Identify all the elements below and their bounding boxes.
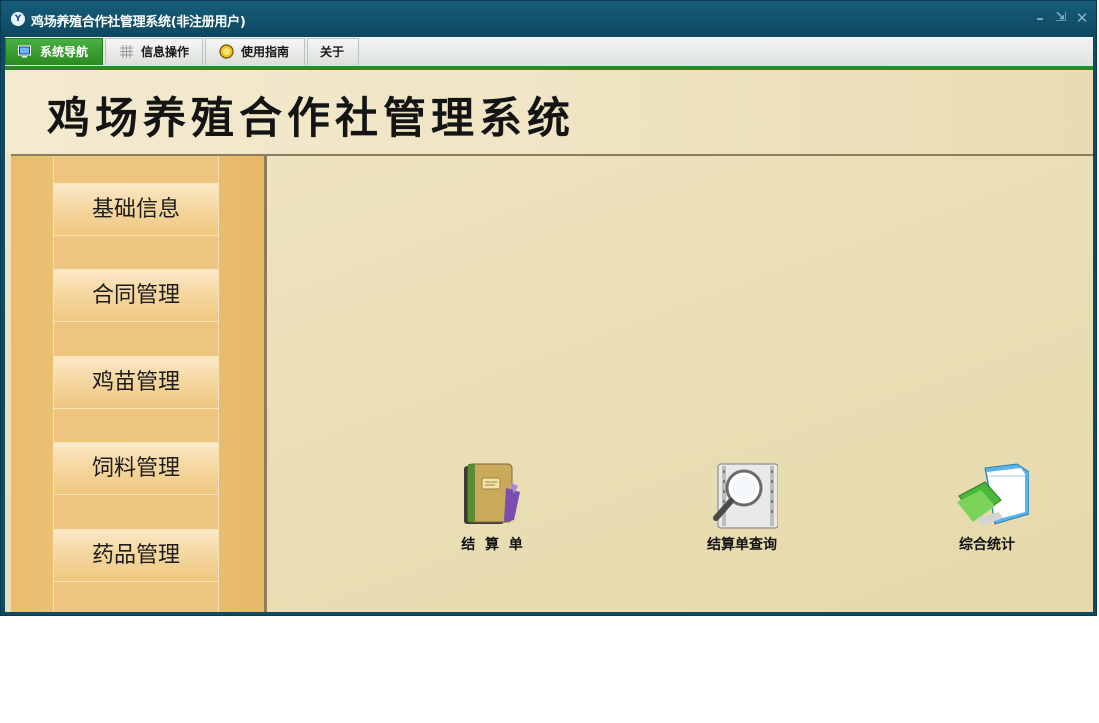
header-banner: 鸡场养殖合作社管理系统 xyxy=(5,70,1093,154)
title-bar[interactable]: Y 鸡场养殖合作社管理系统(非注册用户) – ⇲ ✕ xyxy=(1,1,1096,37)
page-title: 鸡场养殖合作社管理系统 xyxy=(47,94,575,144)
sidebar-item-feed-management[interactable]: 饲料管理 xyxy=(53,442,219,495)
comprehensive-stats-label: 综合统计 xyxy=(959,537,1015,553)
restore-icon[interactable]: ⇲ xyxy=(1053,10,1069,26)
close-icon[interactable]: ✕ xyxy=(1074,10,1090,26)
help-coin-icon xyxy=(219,44,234,59)
tab-system-navigation[interactable]: 系统导航 xyxy=(5,38,103,65)
sidebar-item-basic-info[interactable]: 基础信息 xyxy=(53,183,219,236)
notebook-icon xyxy=(464,463,520,524)
sidebar-item-contract-management[interactable]: 合同管理 xyxy=(53,269,219,322)
magnifier-film-icon xyxy=(713,463,778,529)
app-window: Y 鸡场养殖合作社管理系统(非注册用户) – ⇲ ✕ 系统导航 信息操作 使用指… xyxy=(0,0,1097,616)
grid-icon xyxy=(120,45,133,58)
tab-label: 系统导航 xyxy=(40,45,89,59)
main-content: 鸡场养殖合作社管理系统 基础信息 合同管理 鸡苗管理 饲料管理 药品管理 结 算… xyxy=(5,70,1093,612)
app-logo-icon: Y xyxy=(11,12,25,26)
tab-info-operations[interactable]: 信息操作 xyxy=(105,38,203,65)
sidebar-item-chick-management[interactable]: 鸡苗管理 xyxy=(53,356,219,409)
settlement-query-button[interactable]: 结算单查询 xyxy=(682,462,802,562)
menu-bar: 系统导航 信息操作 使用指南 关于 xyxy=(5,37,1093,66)
comprehensive-stats-button[interactable]: 综合统计 xyxy=(927,462,1047,562)
tab-user-guide[interactable]: 使用指南 xyxy=(205,38,305,65)
settlement-query-label: 结算单查询 xyxy=(707,537,777,553)
tab-label: 关于 xyxy=(320,45,345,59)
tab-about[interactable]: 关于 xyxy=(307,38,359,65)
settlement-sheet-label: 结 算 单 xyxy=(461,537,523,553)
tab-label: 使用指南 xyxy=(241,45,290,59)
sidebar-divider xyxy=(264,156,267,612)
monitor-icon xyxy=(18,45,31,58)
settlement-sheet-button[interactable]: 结 算 单 xyxy=(432,462,552,562)
folder-report-icon xyxy=(957,463,1029,526)
sidebar: 基础信息 合同管理 鸡苗管理 饲料管理 药品管理 xyxy=(11,156,264,612)
window-title: 鸡场养殖合作社管理系统(非注册用户) xyxy=(31,15,246,30)
tab-label: 信息操作 xyxy=(141,45,190,59)
minimize-icon[interactable]: – xyxy=(1032,10,1048,26)
sidebar-item-medicine-management[interactable]: 药品管理 xyxy=(53,529,219,582)
